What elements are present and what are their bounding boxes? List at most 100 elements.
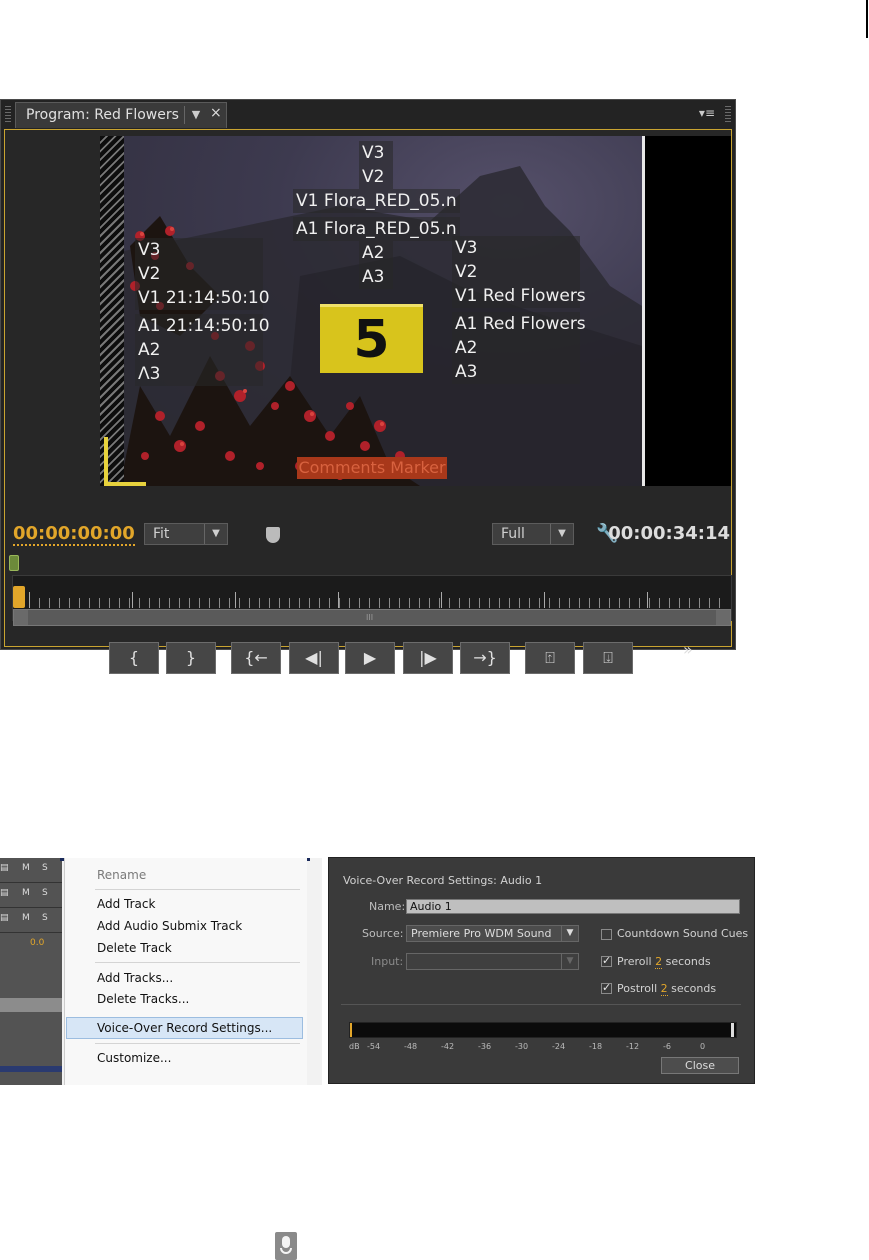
- comments-marker[interactable]: Comments Marker: [297, 457, 447, 479]
- overlay-right-line: V3: [452, 236, 580, 260]
- preroll-checkbox[interactable]: [601, 954, 612, 967]
- transport-button-bar: » + {} {← ◀| ▶ |▶ →} ⍐ ⍗: [5, 640, 733, 678]
- db-tick-label: -18: [589, 1042, 603, 1051]
- step-forward-icon[interactable]: |▶: [403, 642, 453, 674]
- name-field[interactable]: Audio 1: [406, 899, 740, 914]
- solo-toggle[interactable]: S: [42, 888, 48, 898]
- tab-close-icon[interactable]: ×: [210, 105, 222, 121]
- panel-menu-icon[interactable]: ▾≡: [699, 106, 715, 120]
- solo-toggle[interactable]: S: [42, 913, 48, 923]
- audio-level-meter: [349, 1022, 737, 1038]
- menu-item-add-tracks[interactable]: Add Tracks...: [97, 971, 173, 985]
- panel-grip[interactable]: [5, 106, 11, 124]
- tab-title: Program: Red Flowers: [26, 107, 179, 123]
- track-context-menu-screenshot: ▤ M S ▤ M S ▤ M S 0.0 Rename Add Track A…: [0, 858, 322, 1085]
- name-label: Name:: [369, 900, 406, 913]
- zoom-scrollbar[interactable]: III: [13, 609, 731, 626]
- postroll-unit: seconds: [671, 982, 717, 995]
- mark-out-icon[interactable]: }: [166, 642, 216, 674]
- countdown-leader: 5: [320, 304, 423, 373]
- play-icon[interactable]: ▶: [345, 642, 395, 674]
- source-select[interactable]: Premiere Pro WDM Sound ▼: [406, 925, 579, 942]
- overlay-left-line: V1 21:14:50:10: [135, 286, 270, 310]
- db-tick-label: -6: [663, 1042, 671, 1051]
- db-tick-label: dB: [349, 1042, 360, 1051]
- menu-separator: [95, 1043, 300, 1044]
- scroll-handle-right[interactable]: [716, 610, 730, 625]
- menu-item-customize[interactable]: Customize...: [97, 1051, 171, 1065]
- postroll-checkbox[interactable]: [601, 981, 612, 994]
- solo-toggle[interactable]: S: [42, 863, 48, 873]
- countdown-sound-cues-label: Countdown Sound Cues: [617, 927, 749, 940]
- extract-icon[interactable]: ⍗: [583, 642, 633, 674]
- mute-toggle[interactable]: M: [22, 888, 30, 898]
- input-label: Input:: [371, 955, 404, 968]
- corner-bracket-icon: [104, 437, 146, 486]
- db-tick-label: -30: [515, 1042, 529, 1051]
- overlay-left-line: Λ3: [135, 362, 263, 386]
- track-volume-value[interactable]: 0.0: [30, 938, 44, 948]
- db-tick-label: -42: [441, 1042, 455, 1051]
- zoom-level-select[interactable]: Fit ▼: [144, 523, 228, 545]
- close-button[interactable]: Close: [661, 1057, 739, 1074]
- track-header: ▤ M S: [0, 858, 62, 883]
- chevron-down-icon: ▼: [550, 524, 573, 544]
- overlay-right-line: A1 Red Flowers: [452, 312, 586, 336]
- tab-dropdown-icon[interactable]: ▼: [184, 106, 207, 124]
- db-tick-label: -48: [404, 1042, 418, 1051]
- button-editor-plus-icon[interactable]: +: [704, 646, 724, 674]
- step-back-icon[interactable]: ◀|: [289, 642, 339, 674]
- menu-item-delete-track[interactable]: Delete Track: [97, 941, 172, 955]
- playback-resolution-select[interactable]: Full ▼: [492, 523, 574, 545]
- overlay-right-line: A2: [452, 336, 580, 360]
- mute-toggle[interactable]: M: [22, 863, 30, 873]
- db-tick-label: -12: [626, 1042, 640, 1051]
- postroll-label: Postroll: [617, 982, 658, 995]
- go-to-out-icon[interactable]: →}: [460, 642, 510, 674]
- current-timecode[interactable]: 00:00:00:00: [13, 523, 135, 546]
- scroll-handle-left[interactable]: [14, 610, 28, 625]
- meter-left-mark: [350, 1023, 352, 1037]
- menu-item-add-track[interactable]: Add Track: [97, 897, 155, 911]
- resolution-value: Full: [501, 526, 525, 542]
- db-tick-label: 0: [700, 1042, 706, 1051]
- overlay-center-line: V2: [359, 165, 393, 189]
- microphone-icon: [275, 1232, 297, 1260]
- zoom-level-value: Fit: [153, 526, 170, 542]
- marker-shield-icon[interactable]: [266, 527, 280, 543]
- more-buttons-icon[interactable]: »: [683, 640, 693, 659]
- tab-program-monitor[interactable]: Program: Red Flowers ▼ ×: [15, 102, 227, 128]
- playhead-icon[interactable]: [13, 586, 25, 608]
- dialog-divider: [341, 1004, 741, 1005]
- monitor-frame: V3 V2 V1 Flora_RED_05.n A1 Flora_RED_05.…: [4, 129, 732, 674]
- preroll-row: Preroll 2 seconds: [617, 955, 711, 969]
- page-edge-mark: [866, 0, 868, 38]
- overlay-center-line: A3: [359, 265, 393, 289]
- go-to-in-icon[interactable]: {←: [231, 642, 281, 674]
- playhead-top-icon[interactable]: [9, 555, 19, 571]
- lift-icon[interactable]: ⍐: [525, 642, 575, 674]
- postroll-value[interactable]: 2: [660, 982, 668, 996]
- preroll-value[interactable]: 2: [655, 955, 663, 969]
- source-label: Source:: [362, 927, 404, 940]
- mute-toggle[interactable]: M: [22, 913, 30, 923]
- overlay-right-line: V2: [452, 260, 580, 284]
- chevron-down-icon: ▼: [204, 524, 227, 544]
- menu-item-delete-tracks[interactable]: Delete Tracks...: [97, 992, 189, 1006]
- overlay-right-group: V3 V2 V1 Red Flowers A1 Red Flowers A2 A…: [452, 236, 586, 384]
- countdown-sound-cues-checkbox[interactable]: [601, 929, 612, 940]
- voice-over-record-settings-dialog: Voice-Over Record Settings: Audio 1 Name…: [328, 857, 755, 1084]
- menu-item-rename[interactable]: Rename: [97, 868, 146, 882]
- overlay-center-group: V3 V2 V1 Flora_RED_05.n A1 Flora_RED_05.…: [293, 141, 460, 289]
- overlay-center-line: V1 Flora_RED_05.n: [293, 189, 460, 213]
- mark-in-icon[interactable]: {: [109, 642, 159, 674]
- overlay-center-line: A1 Flora_RED_05.n: [293, 217, 460, 241]
- input-select[interactable]: ▼: [406, 953, 579, 970]
- panel-grip-right[interactable]: [725, 106, 731, 124]
- context-menu: Rename Add Track Add Audio Submix Track …: [64, 858, 307, 1085]
- meter-peak-mark: [731, 1023, 734, 1037]
- db-tick-label: -36: [478, 1042, 492, 1051]
- menu-item-voice-over-record-settings[interactable]: Voice-Over Record Settings...: [97, 1021, 272, 1035]
- postroll-row: Postroll 2 seconds: [617, 982, 717, 996]
- menu-item-add-audio-submix-track[interactable]: Add Audio Submix Track: [97, 919, 242, 933]
